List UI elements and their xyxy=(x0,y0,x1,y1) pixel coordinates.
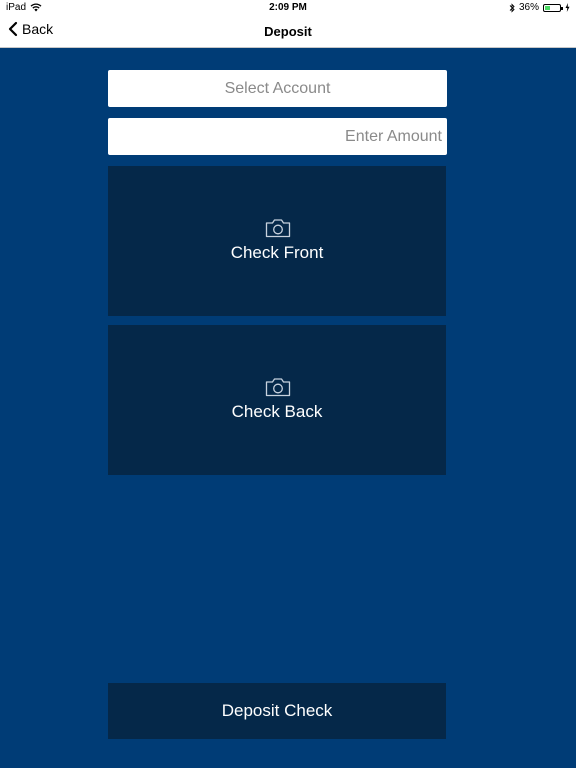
status-bar: iPad 2:09 PM 36% xyxy=(0,0,576,16)
status-right: 36% xyxy=(509,2,570,13)
battery-percent: 36% xyxy=(518,2,539,13)
page-title: Deposit xyxy=(264,24,312,39)
bluetooth-icon xyxy=(509,2,515,13)
battery-tip xyxy=(561,6,563,10)
amount-input[interactable]: Enter Amount xyxy=(108,118,447,155)
select-account-field[interactable]: Select Account xyxy=(108,70,447,107)
battery-icon xyxy=(543,3,563,12)
check-back-label: Check Back xyxy=(231,402,323,421)
charging-icon xyxy=(565,3,570,12)
check-front-capture[interactable]: Check Front xyxy=(108,166,446,316)
check-front-label: Check Front xyxy=(230,243,324,262)
check-back-capture[interactable]: Check Back xyxy=(108,325,446,475)
camera-icon xyxy=(265,219,291,238)
deposit-check-button[interactable]: Deposit Check xyxy=(108,683,446,739)
nav-bar: Back Deposit xyxy=(0,16,576,48)
deposit-form: Select Account Enter Amount Check Front … xyxy=(0,48,576,768)
camera-icon xyxy=(265,378,291,397)
status-time: 2:09 PM xyxy=(269,2,307,13)
battery-level xyxy=(545,5,550,10)
